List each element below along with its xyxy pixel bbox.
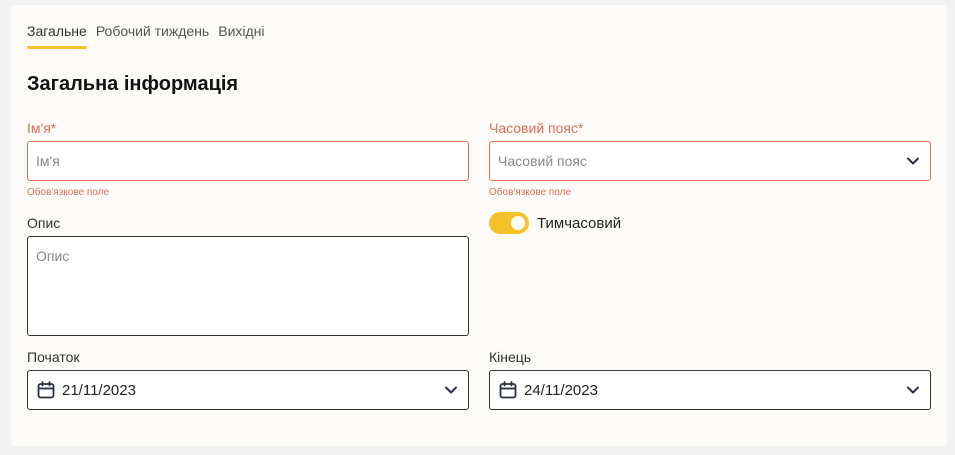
settings-card: Загальне Робочий тиждень Вихідні Загальн… [11,5,947,446]
tab-holidays[interactable]: Вихідні [218,23,264,49]
description-label: Опис [27,215,61,231]
description-placeholder: Опис [36,248,70,264]
timezone-placeholder: Часовий пояс [498,153,587,169]
tab-general[interactable]: Загальне [27,23,87,49]
tab-bar: Загальне Робочий тиждень Вихідні [27,23,265,49]
tab-work-week[interactable]: Робочий тиждень [96,23,209,49]
toggle-knob [511,216,525,230]
section-title: Загальна інформація [27,73,239,95]
chevron-down-icon [907,157,919,165]
start-date-label: Початок [27,349,80,365]
start-date-picker[interactable]: 21/11/2023 [27,370,469,410]
timezone-label: Часовий пояс* [489,120,584,136]
end-date-picker[interactable]: 24/11/2023 [489,370,931,410]
name-placeholder: Ім'я [36,153,60,169]
start-date-value: 21/11/2023 [62,381,136,399]
name-helper-text: Обов'язкове поле [27,187,110,198]
temporary-toggle-label: Тимчасовий [537,215,622,232]
chevron-down-icon [907,386,919,394]
end-date-value: 24/11/2023 [524,381,598,399]
name-input[interactable]: Ім'я [27,141,469,181]
chevron-down-icon [445,386,457,394]
description-textarea[interactable]: Опис [27,236,469,336]
name-label: Ім'я* [27,120,57,136]
end-date-label: Кінець [489,349,532,365]
timezone-select[interactable]: Часовий пояс [489,141,931,181]
temporary-toggle[interactable] [489,212,529,234]
timezone-helper-text: Обов'язкове поле [489,187,572,198]
calendar-icon [37,381,55,399]
calendar-icon [499,381,517,399]
